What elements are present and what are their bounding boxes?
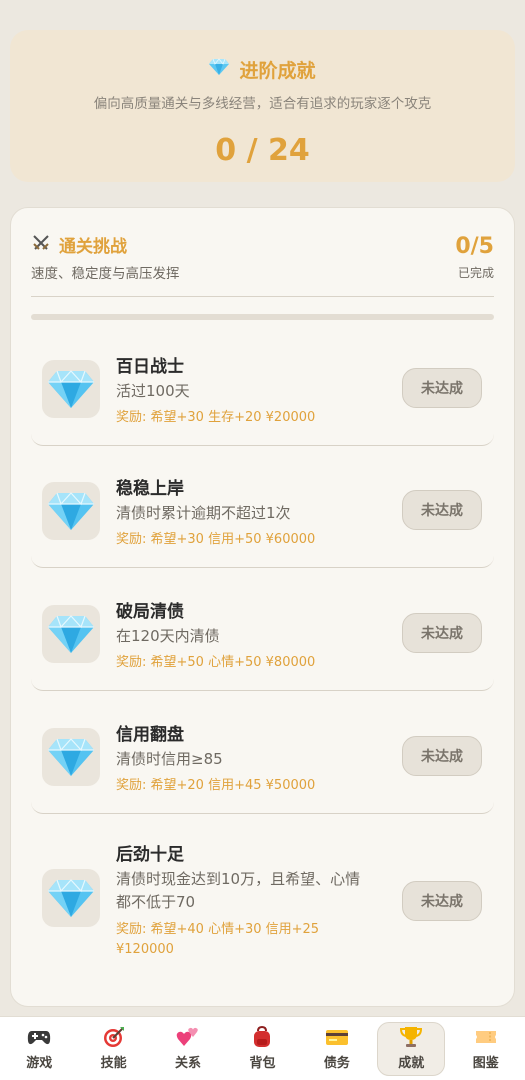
tab-backpack[interactable]: 背包 <box>228 1022 296 1076</box>
achievement-item: 破局清债在120天内清债奖励: 希望+50 心情+50 ¥80000 未达成 <box>31 581 494 691</box>
achievement-description: 清债时累计逾期不超过1次 <box>116 504 291 522</box>
section-header: 通关挑战 速度、稳定度与高压发挥 0/5 已完成 <box>31 232 494 292</box>
achievement-status-button[interactable]: 未达成 <box>402 613 482 653</box>
diamond-icon <box>48 491 94 531</box>
achievement-reward: 奖励: 希望+50 心情+50 ¥80000 <box>116 655 316 670</box>
achievement-badge <box>42 869 100 927</box>
achievement-title: 信用翻盘 <box>116 725 184 745</box>
achievement-description: 清债时现金达到10万，且希望、心情都不低于70 <box>116 870 361 911</box>
tab-label: 成就 <box>398 1056 425 1071</box>
advanced-achievements-banner: 进阶成就 偏向高质量通关与多线经营，适合有追求的玩家逐个攻克 0 / 24 <box>10 30 515 182</box>
achievement-description: 在120天内清债 <box>116 627 220 645</box>
trophy-icon <box>399 1026 423 1048</box>
gamepad-icon <box>27 1026 51 1048</box>
tab-label: 关系 <box>175 1056 202 1071</box>
tab-target[interactable]: 技能 <box>80 1022 148 1076</box>
achievement-badge <box>42 482 100 540</box>
banner-progress-count: 0 / 24 <box>215 133 310 168</box>
achievement-badge <box>42 728 100 786</box>
achievement-reward: 奖励: 希望+30 信用+50 ¥60000 <box>116 532 316 547</box>
achievement-badge <box>42 360 100 418</box>
bottom-tab-bar: 游戏 技能 关系 背包 债务 成就 图鉴 <box>0 1016 525 1080</box>
ticket-icon <box>474 1026 498 1048</box>
achievement-item: 百日战士活过100天奖励: 希望+30 生存+20 ¥20000 未达成 <box>31 336 494 446</box>
achievement-description: 活过100天 <box>116 382 190 400</box>
tab-credit-card[interactable]: 债务 <box>303 1022 371 1076</box>
tab-ticket[interactable]: 图鉴 <box>452 1022 520 1076</box>
achievement-status-button[interactable]: 未达成 <box>402 736 482 776</box>
banner-subtitle: 偏向高质量通关与多线经营，适合有追求的玩家逐个攻克 <box>93 96 432 112</box>
achievement-description: 清债时信用≥85 <box>116 750 223 768</box>
crossed-swords-icon <box>31 233 51 257</box>
diamond-icon <box>209 58 230 80</box>
diamond-icon <box>48 878 94 918</box>
tab-gamepad[interactable]: 游戏 <box>5 1022 73 1076</box>
achievement-item: 信用翻盘清债时信用≥85 奖励: 希望+20 信用+45 ¥50000 未达成 <box>31 704 494 814</box>
section-title-row: 通关挑战 <box>31 232 127 257</box>
section-title: 通关挑战 <box>59 237 127 257</box>
section-completed-label: 已完成 <box>457 266 494 280</box>
achievement-reward: 奖励: 希望+30 生存+20 ¥20000 <box>116 410 316 425</box>
achievement-title: 稳稳上岸 <box>116 479 184 499</box>
banner-title-row: 进阶成就 <box>10 56 515 82</box>
hearts-icon <box>176 1026 200 1048</box>
achievement-title: 百日战士 <box>116 357 184 377</box>
section-subtitle: 速度、稳定度与高压发挥 <box>31 266 180 282</box>
tab-hearts[interactable]: 关系 <box>154 1022 222 1076</box>
achievement-card: 通关挑战 速度、稳定度与高压发挥 0/5 已完成 百日战士活过100天奖励: 希… <box>10 207 515 1007</box>
achievement-status-button[interactable]: 未达成 <box>402 881 482 921</box>
banner-title: 进阶成就 <box>239 59 316 82</box>
achievement-status-button[interactable]: 未达成 <box>402 490 482 530</box>
tab-label: 图鉴 <box>472 1056 499 1071</box>
tab-label: 债务 <box>323 1056 350 1071</box>
target-icon <box>103 1026 125 1048</box>
diamond-icon <box>48 737 94 777</box>
achievement-title: 破局清债 <box>116 602 184 622</box>
diamond-icon <box>48 369 94 409</box>
tab-label: 技能 <box>100 1056 127 1071</box>
section-progress-bar <box>31 314 494 320</box>
backpack-icon <box>252 1026 272 1048</box>
achievement-badge <box>42 605 100 663</box>
section-completed-count: 0/5 <box>455 234 494 259</box>
achievement-reward: 奖励: 希望+20 信用+45 ¥50000 <box>116 778 316 793</box>
diamond-icon <box>48 614 94 654</box>
tab-label: 背包 <box>249 1056 276 1071</box>
tab-trophy[interactable]: 成就 <box>377 1021 446 1076</box>
section-divider <box>31 296 494 297</box>
achievement-reward: 奖励: 希望+40 心情+30 信用+25 ¥120000 <box>116 922 320 957</box>
achievement-item: 稳稳上岸清债时累计逾期不超过1次奖励: 希望+30 信用+50 ¥60000 未达… <box>31 458 494 568</box>
credit-card-icon <box>325 1026 349 1048</box>
achievement-item: 后劲十足清债时现金达到10万，且希望、心情都不低于70 奖励: 希望+40 心情+… <box>31 826 494 986</box>
achievement-title: 后劲十足 <box>116 845 184 865</box>
achievement-status-button[interactable]: 未达成 <box>402 368 482 408</box>
tab-label: 游戏 <box>26 1056 53 1071</box>
